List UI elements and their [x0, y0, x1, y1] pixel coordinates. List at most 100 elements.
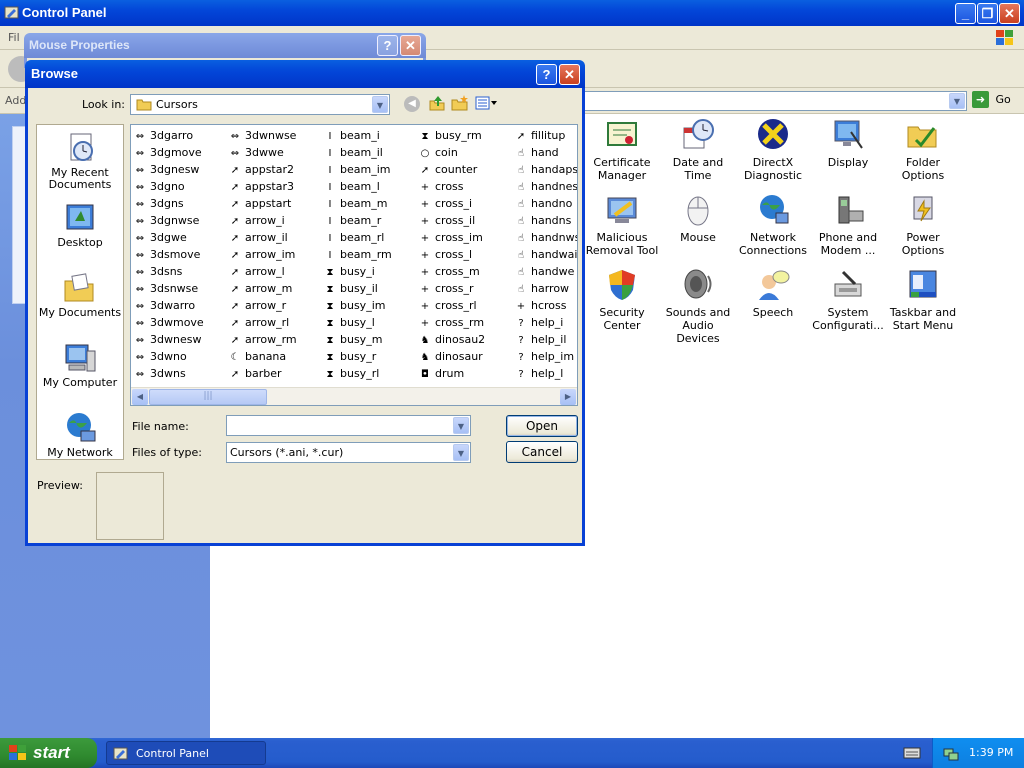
file-item[interactable]: + cross_i: [418, 195, 513, 212]
file-item[interactable]: + cross_m: [418, 263, 513, 280]
network-tray-icon[interactable]: [943, 745, 959, 761]
file-item[interactable]: Ibeam_m: [323, 195, 418, 212]
file-item[interactable]: Ibeam_rm: [323, 246, 418, 263]
place-my-computer[interactable]: My Computer: [37, 341, 123, 389]
place-my-network[interactable]: My Network: [37, 411, 123, 459]
file-item[interactable]: ⇔ 3dwnwse: [228, 127, 323, 144]
file-item[interactable]: ➚ arrow_i: [228, 212, 323, 229]
cp-item-date-and-time[interactable]: Date and Time: [660, 118, 736, 182]
file-item[interactable]: ➚ appstar2: [228, 161, 323, 178]
file-item[interactable]: ○ coin: [418, 144, 513, 161]
up-folder-icon[interactable]: [428, 94, 446, 112]
file-item[interactable]: ◘ drum: [418, 365, 513, 382]
scroll-thumb[interactable]: |||: [149, 389, 267, 405]
file-item[interactable]: ⧗ busy_l: [323, 314, 418, 331]
file-item[interactable]: ☝ handwait: [514, 246, 577, 263]
place-my-recent-documents[interactable]: My Recent Documents: [37, 131, 123, 191]
file-item[interactable]: + cross_il: [418, 212, 513, 229]
file-item[interactable]: ⇔ 3dwwe: [228, 144, 323, 161]
file-item[interactable]: ⇔ 3dsns: [133, 263, 227, 280]
file-item[interactable]: ⇔ 3dgnwse: [133, 212, 227, 229]
mouse-properties-close-button[interactable]: ✕: [400, 35, 421, 56]
file-item[interactable]: ☝ handnesw: [514, 178, 577, 195]
place-desktop[interactable]: Desktop: [37, 201, 123, 249]
browse-close-button[interactable]: ✕: [559, 64, 580, 85]
file-item[interactable]: ☝ harrow: [514, 280, 577, 297]
file-item[interactable]: ⇔ 3dgarro: [133, 127, 227, 144]
file-item[interactable]: ➚ appstar3: [228, 178, 323, 195]
file-item[interactable]: ☝ hand: [514, 144, 577, 161]
file-item[interactable]: Ibeam_il: [323, 144, 418, 161]
cp-item-phone-and-modem[interactable]: Phone and Modem ...: [810, 193, 886, 257]
file-item[interactable]: ☾ banana: [228, 348, 323, 365]
file-item[interactable]: Ibeam_l: [323, 178, 418, 195]
view-menu-icon[interactable]: [475, 96, 499, 110]
cp-item-security-center[interactable]: Security Center: [584, 268, 660, 332]
file-item[interactable]: ? help_i: [514, 314, 577, 331]
scroll-left-button[interactable]: ◀: [132, 389, 148, 405]
file-item[interactable]: + cross_r: [418, 280, 513, 297]
file-item[interactable]: ➚ fillitup: [514, 127, 577, 144]
look-in-dropdown-arrow[interactable]: ▼: [372, 96, 388, 113]
file-item[interactable]: ⇔ 3dwmove: [133, 314, 227, 331]
file-item[interactable]: ⧗ busy_rl: [323, 365, 418, 382]
file-item[interactable]: ⇔ 3dwns: [133, 365, 227, 382]
file-item[interactable]: ♞ dinosau2: [418, 331, 513, 348]
start-button[interactable]: start: [0, 738, 97, 768]
close-button[interactable]: ✕: [999, 3, 1020, 24]
file-item[interactable]: ☝ handwe: [514, 263, 577, 280]
mouse-properties-help-button[interactable]: ?: [377, 35, 398, 56]
file-item[interactable]: ⇔ 3dsmove: [133, 246, 227, 263]
file-item[interactable]: ⧗ busy_im: [323, 297, 418, 314]
cp-item-folder-options[interactable]: Folder Options: [885, 118, 961, 182]
go-button[interactable]: ➜ Go: [972, 91, 1018, 111]
file-item[interactable]: ➚ arrow_l: [228, 263, 323, 280]
browse-titlebar[interactable]: Browse ? ✕: [25, 60, 585, 88]
file-item[interactable]: + cross_l: [418, 246, 513, 263]
cp-item-directx-diagnostic[interactable]: DirectX Diagnostic: [735, 118, 811, 182]
cp-item-certificate-manager[interactable]: Certificate Manager: [584, 118, 660, 182]
file-item[interactable]: ➚ arrow_m: [228, 280, 323, 297]
scroll-right-button[interactable]: ▶: [560, 389, 576, 405]
file-list[interactable]: ⇔ 3dgarro ⇔ 3dgmove ⇔ 3dgnesw ⇔ 3dgno ⇔ 3dgns ⇔ 3dg…: [130, 124, 578, 406]
cp-item-power-options[interactable]: Power Options: [885, 193, 961, 257]
file-item[interactable]: ☝ handns: [514, 212, 577, 229]
file-item[interactable]: Ibeam_im: [323, 161, 418, 178]
minimize-button[interactable]: _: [955, 3, 976, 24]
cp-item-network-connections[interactable]: Network Connections: [735, 193, 811, 257]
file-item[interactable]: ⇔ 3dwno: [133, 348, 227, 365]
file-item[interactable]: Ibeam_rl: [323, 229, 418, 246]
file-item[interactable]: ⇔ 3dwnesw: [133, 331, 227, 348]
file-item[interactable]: ➚ counter: [418, 161, 513, 178]
keyboard-icon[interactable]: [903, 747, 921, 759]
file-item[interactable]: Ibeam_i: [323, 127, 418, 144]
menu-file[interactable]: Fil: [8, 31, 20, 44]
file-item[interactable]: ➚ arrow_il: [228, 229, 323, 246]
cp-item-system-configuration[interactable]: System Configurati...: [810, 268, 886, 332]
file-item[interactable]: ☝ handno: [514, 195, 577, 212]
file-item[interactable]: + cross_rl: [418, 297, 513, 314]
cp-item-malicious-removal-tool[interactable]: Malicious Removal Tool: [584, 193, 660, 257]
browse-help-button[interactable]: ?: [536, 64, 557, 85]
file-item[interactable]: + hcross: [514, 297, 577, 314]
file-item[interactable]: ➚ arrow_rl: [228, 314, 323, 331]
file-item[interactable]: + cross: [418, 178, 513, 195]
file-item[interactable]: ⧗ busy_i: [323, 263, 418, 280]
control-panel-titlebar[interactable]: Control Panel _ ❐ ✕: [0, 0, 1024, 26]
file-item[interactable]: ☝ handnwse: [514, 229, 577, 246]
file-item[interactable]: ☝ handapst: [514, 161, 577, 178]
cp-item-taskbar-and-start-menu[interactable]: Taskbar and Start Menu: [885, 268, 961, 332]
horizontal-scrollbar[interactable]: ◀ ||| ▶: [131, 387, 577, 405]
file-item[interactable]: ? help_im: [514, 348, 577, 365]
file-item[interactable]: ⧗ busy_il: [323, 280, 418, 297]
file-item[interactable]: ⧗ busy_rm: [418, 127, 513, 144]
file-item[interactable]: ➚ arrow_r: [228, 297, 323, 314]
address-dropdown-arrow[interactable]: ▼: [949, 93, 965, 109]
open-button[interactable]: Open: [506, 415, 578, 437]
file-name-input[interactable]: ▼: [226, 415, 471, 436]
cp-item-display[interactable]: Display: [810, 118, 886, 169]
file-item[interactable]: ? help_l: [514, 365, 577, 382]
file-item[interactable]: Ibeam_r: [323, 212, 418, 229]
file-item[interactable]: ? help_il: [514, 331, 577, 348]
file-item[interactable]: ⇔ 3dsnwse: [133, 280, 227, 297]
